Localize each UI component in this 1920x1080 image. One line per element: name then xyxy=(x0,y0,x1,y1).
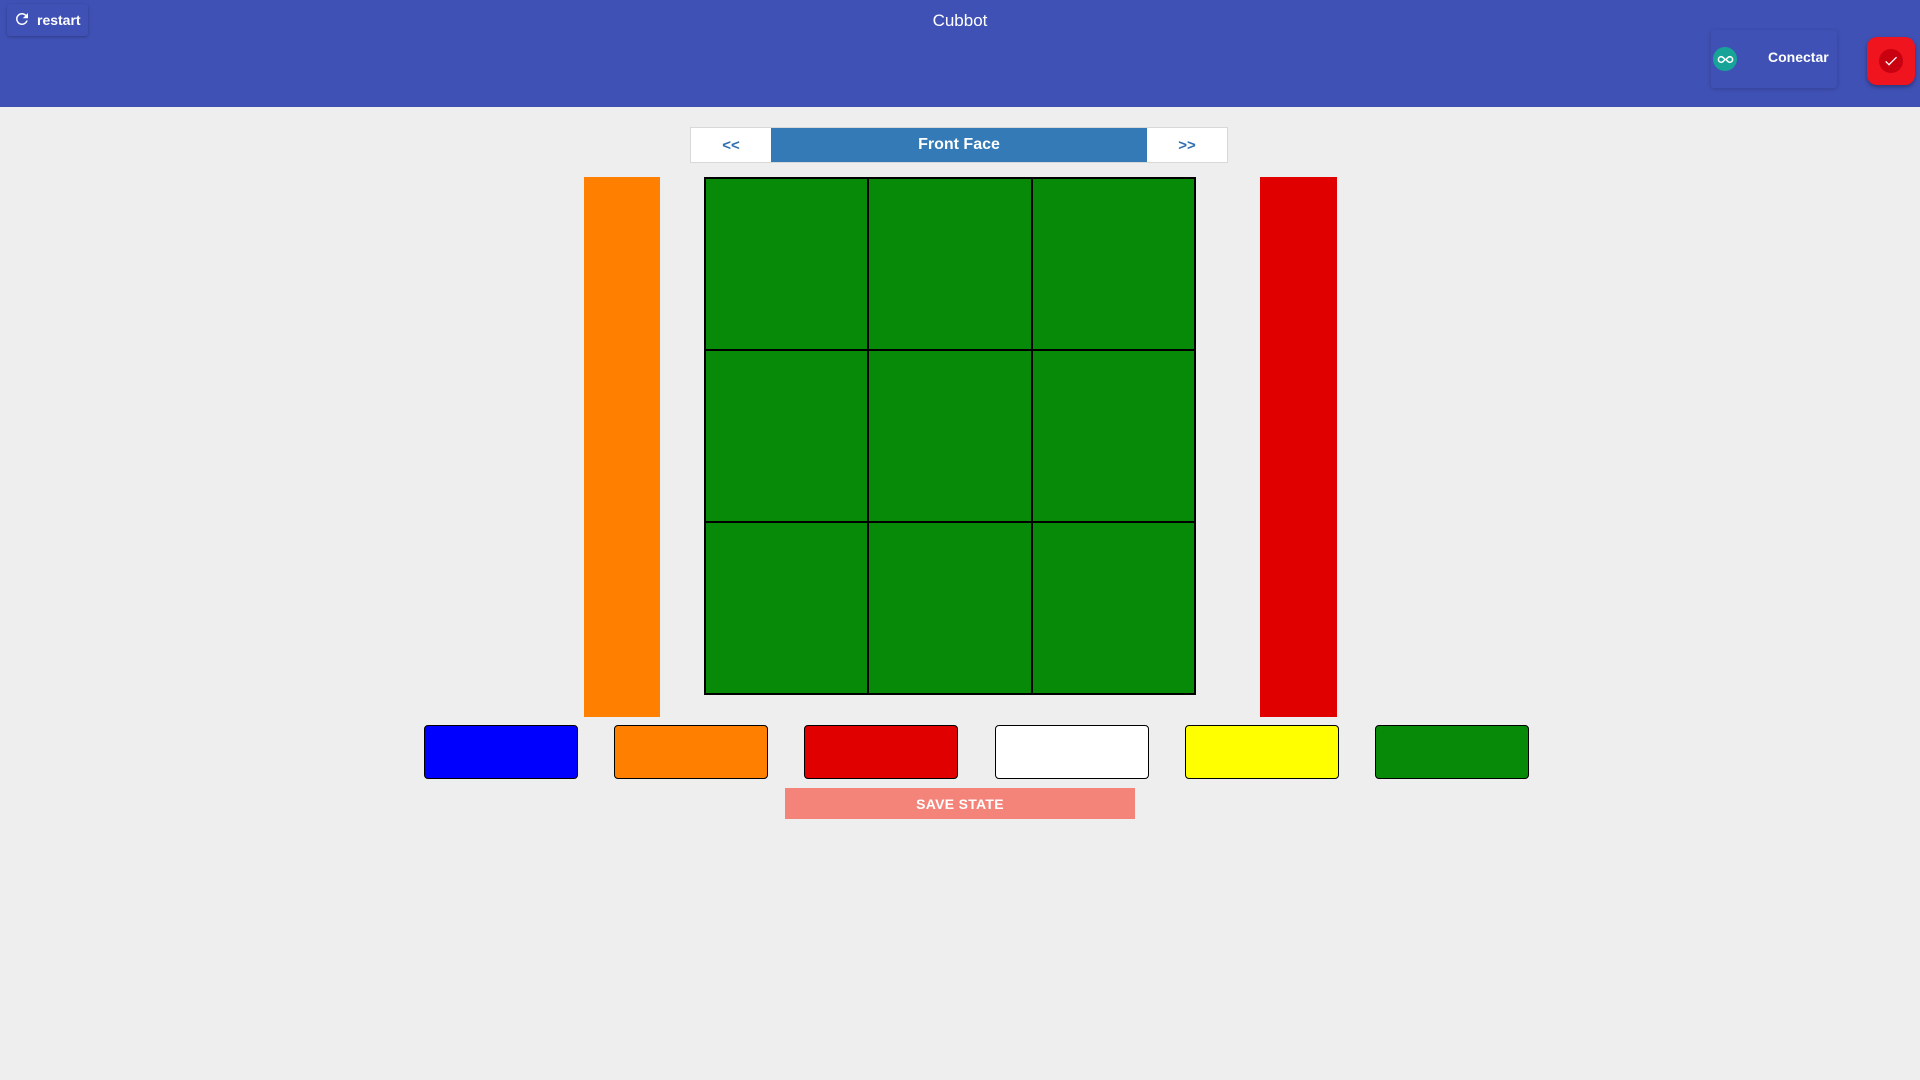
sticker-7[interactable] xyxy=(705,522,869,694)
sticker-9[interactable] xyxy=(1031,522,1195,694)
check-icon xyxy=(1879,49,1903,73)
sticker-6[interactable] xyxy=(1031,350,1195,522)
face-title: Front Face xyxy=(771,128,1147,162)
sticker-3[interactable] xyxy=(1031,178,1195,350)
face-navigator: << Front Face >> xyxy=(690,127,1228,163)
color-swatch-blue[interactable] xyxy=(424,725,578,779)
sticker-1[interactable] xyxy=(705,178,869,350)
color-swatch-orange[interactable] xyxy=(614,725,769,779)
color-swatch-white[interactable] xyxy=(994,725,1149,779)
save-state-button[interactable]: SAVE STATE xyxy=(785,788,1135,819)
color-swatch-yellow[interactable] xyxy=(1184,725,1339,779)
connect-label: Conectar xyxy=(1768,49,1829,65)
connect-button[interactable]: Conectar xyxy=(1711,30,1837,88)
sticker-4[interactable] xyxy=(705,350,869,522)
color-swatch-red[interactable] xyxy=(804,725,959,779)
sticker-5[interactable] xyxy=(868,350,1032,522)
status-button[interactable] xyxy=(1867,37,1915,85)
arduino-icon xyxy=(1713,47,1737,71)
prev-face-button[interactable]: << xyxy=(691,128,771,162)
sticker-8[interactable] xyxy=(868,522,1032,694)
color-swatch-green[interactable] xyxy=(1374,725,1529,779)
cube-face-grid xyxy=(704,177,1196,695)
color-palette xyxy=(424,725,1529,779)
left-neighbor-strip xyxy=(584,177,660,717)
app-header: restart Cubbot Conectar xyxy=(0,0,1920,107)
right-neighbor-strip xyxy=(1260,177,1337,717)
next-face-button[interactable]: >> xyxy=(1147,128,1227,162)
app-title: Cubbot xyxy=(932,11,988,30)
sticker-2[interactable] xyxy=(868,178,1032,350)
